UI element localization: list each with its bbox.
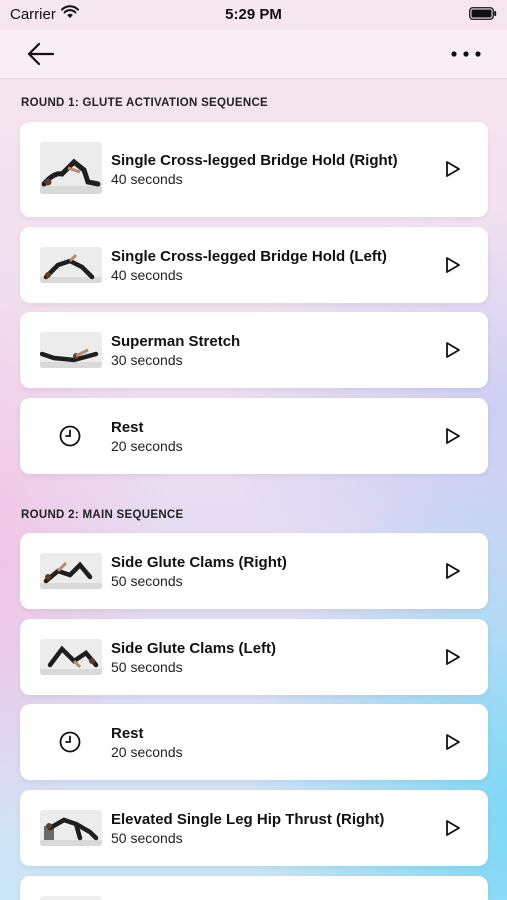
exercise-card[interactable]: Side Glute Clams (Left) 50 seconds <box>20 619 488 695</box>
rest-card[interactable]: Rest 20 seconds <box>20 704 488 780</box>
exercise-text: Superman Stretch 30 seconds <box>111 312 428 388</box>
play-icon[interactable] <box>444 160 462 178</box>
nav-bar <box>0 30 507 79</box>
round-2-header: ROUND 2: MAIN SEQUENCE <box>21 509 184 521</box>
exercise-duration: 30 seconds <box>111 351 183 368</box>
exercise-text: Side Glute Clams (Left) 50 seconds <box>111 619 428 695</box>
rest-duration: 20 seconds <box>111 437 183 454</box>
exercise-card[interactable]: Side Glute Clams (Right) 50 seconds <box>20 533 488 609</box>
exercise-text: Side Glute Clams (Right) 50 seconds <box>111 533 428 609</box>
exercise-thumbnail <box>40 639 102 675</box>
exercise-thumbnail <box>40 247 102 283</box>
exercise-text: Single Cross-legged Bridge Hold (Left) 4… <box>111 227 428 303</box>
status-time: 5:29 PM <box>225 6 282 23</box>
exercise-thumbnail <box>40 810 102 846</box>
exercise-card[interactable]: Single Cross-legged Bridge Hold (Left) 4… <box>20 227 488 303</box>
play-icon[interactable] <box>444 648 462 666</box>
battery-icon <box>469 7 497 24</box>
status-bar: Carrier 5:29 PM <box>0 0 507 30</box>
rest-duration: 20 seconds <box>111 743 183 760</box>
exercise-card[interactable]: Single Cross-legged Bridge Hold (Right) … <box>20 122 488 217</box>
exercise-title: Side Glute Clams (Left) <box>111 639 277 657</box>
exercise-thumbnail <box>40 896 102 900</box>
exercise-card[interactable]: Superman Stretch 30 seconds <box>20 312 488 388</box>
play-icon[interactable] <box>444 562 462 580</box>
clock-icon <box>58 424 82 448</box>
play-icon[interactable] <box>444 256 462 274</box>
exercise-title: Superman Stretch <box>111 332 241 350</box>
exercise-title: Side Glute Clams (Right) <box>111 553 287 571</box>
exercise-duration: 50 seconds <box>111 829 183 846</box>
exercise-thumbnail <box>40 553 102 589</box>
exercise-text: Elevated Single Leg Hip Thrust (Right) 5… <box>111 790 428 866</box>
exercise-card[interactable]: Elevated Single Leg Hip Thrust (Right) 5… <box>20 790 488 866</box>
exercise-card-partial[interactable] <box>20 876 488 900</box>
exercise-thumbnail <box>40 142 102 194</box>
more-horizontal-icon[interactable] <box>449 42 483 66</box>
rest-title: Rest <box>111 418 144 436</box>
play-icon[interactable] <box>444 819 462 837</box>
exercise-thumbnail <box>40 332 102 368</box>
exercise-duration: 40 seconds <box>111 266 183 283</box>
rest-title: Rest <box>111 724 144 742</box>
exercise-duration: 50 seconds <box>111 572 183 589</box>
exercise-title: Single Cross-legged Bridge Hold (Left) <box>111 247 387 265</box>
rest-text: Rest 20 seconds <box>111 704 428 780</box>
rest-card[interactable]: Rest 20 seconds <box>20 398 488 474</box>
rest-text: Rest 20 seconds <box>111 398 428 474</box>
play-icon[interactable] <box>444 341 462 359</box>
round-1-header: ROUND 1: GLUTE ACTIVATION SEQUENCE <box>21 97 269 109</box>
exercise-duration: 50 seconds <box>111 658 183 675</box>
play-icon[interactable] <box>444 733 462 751</box>
play-icon[interactable] <box>444 427 462 445</box>
clock-icon <box>58 730 82 754</box>
exercise-title: Elevated Single Leg Hip Thrust (Right) <box>111 810 385 828</box>
arrow-left-icon[interactable] <box>26 40 56 68</box>
exercise-text: Single Cross-legged Bridge Hold (Right) … <box>111 122 428 217</box>
exercise-duration: 40 seconds <box>111 171 183 187</box>
exercise-title: Single Cross-legged Bridge Hold (Right) <box>111 152 398 169</box>
